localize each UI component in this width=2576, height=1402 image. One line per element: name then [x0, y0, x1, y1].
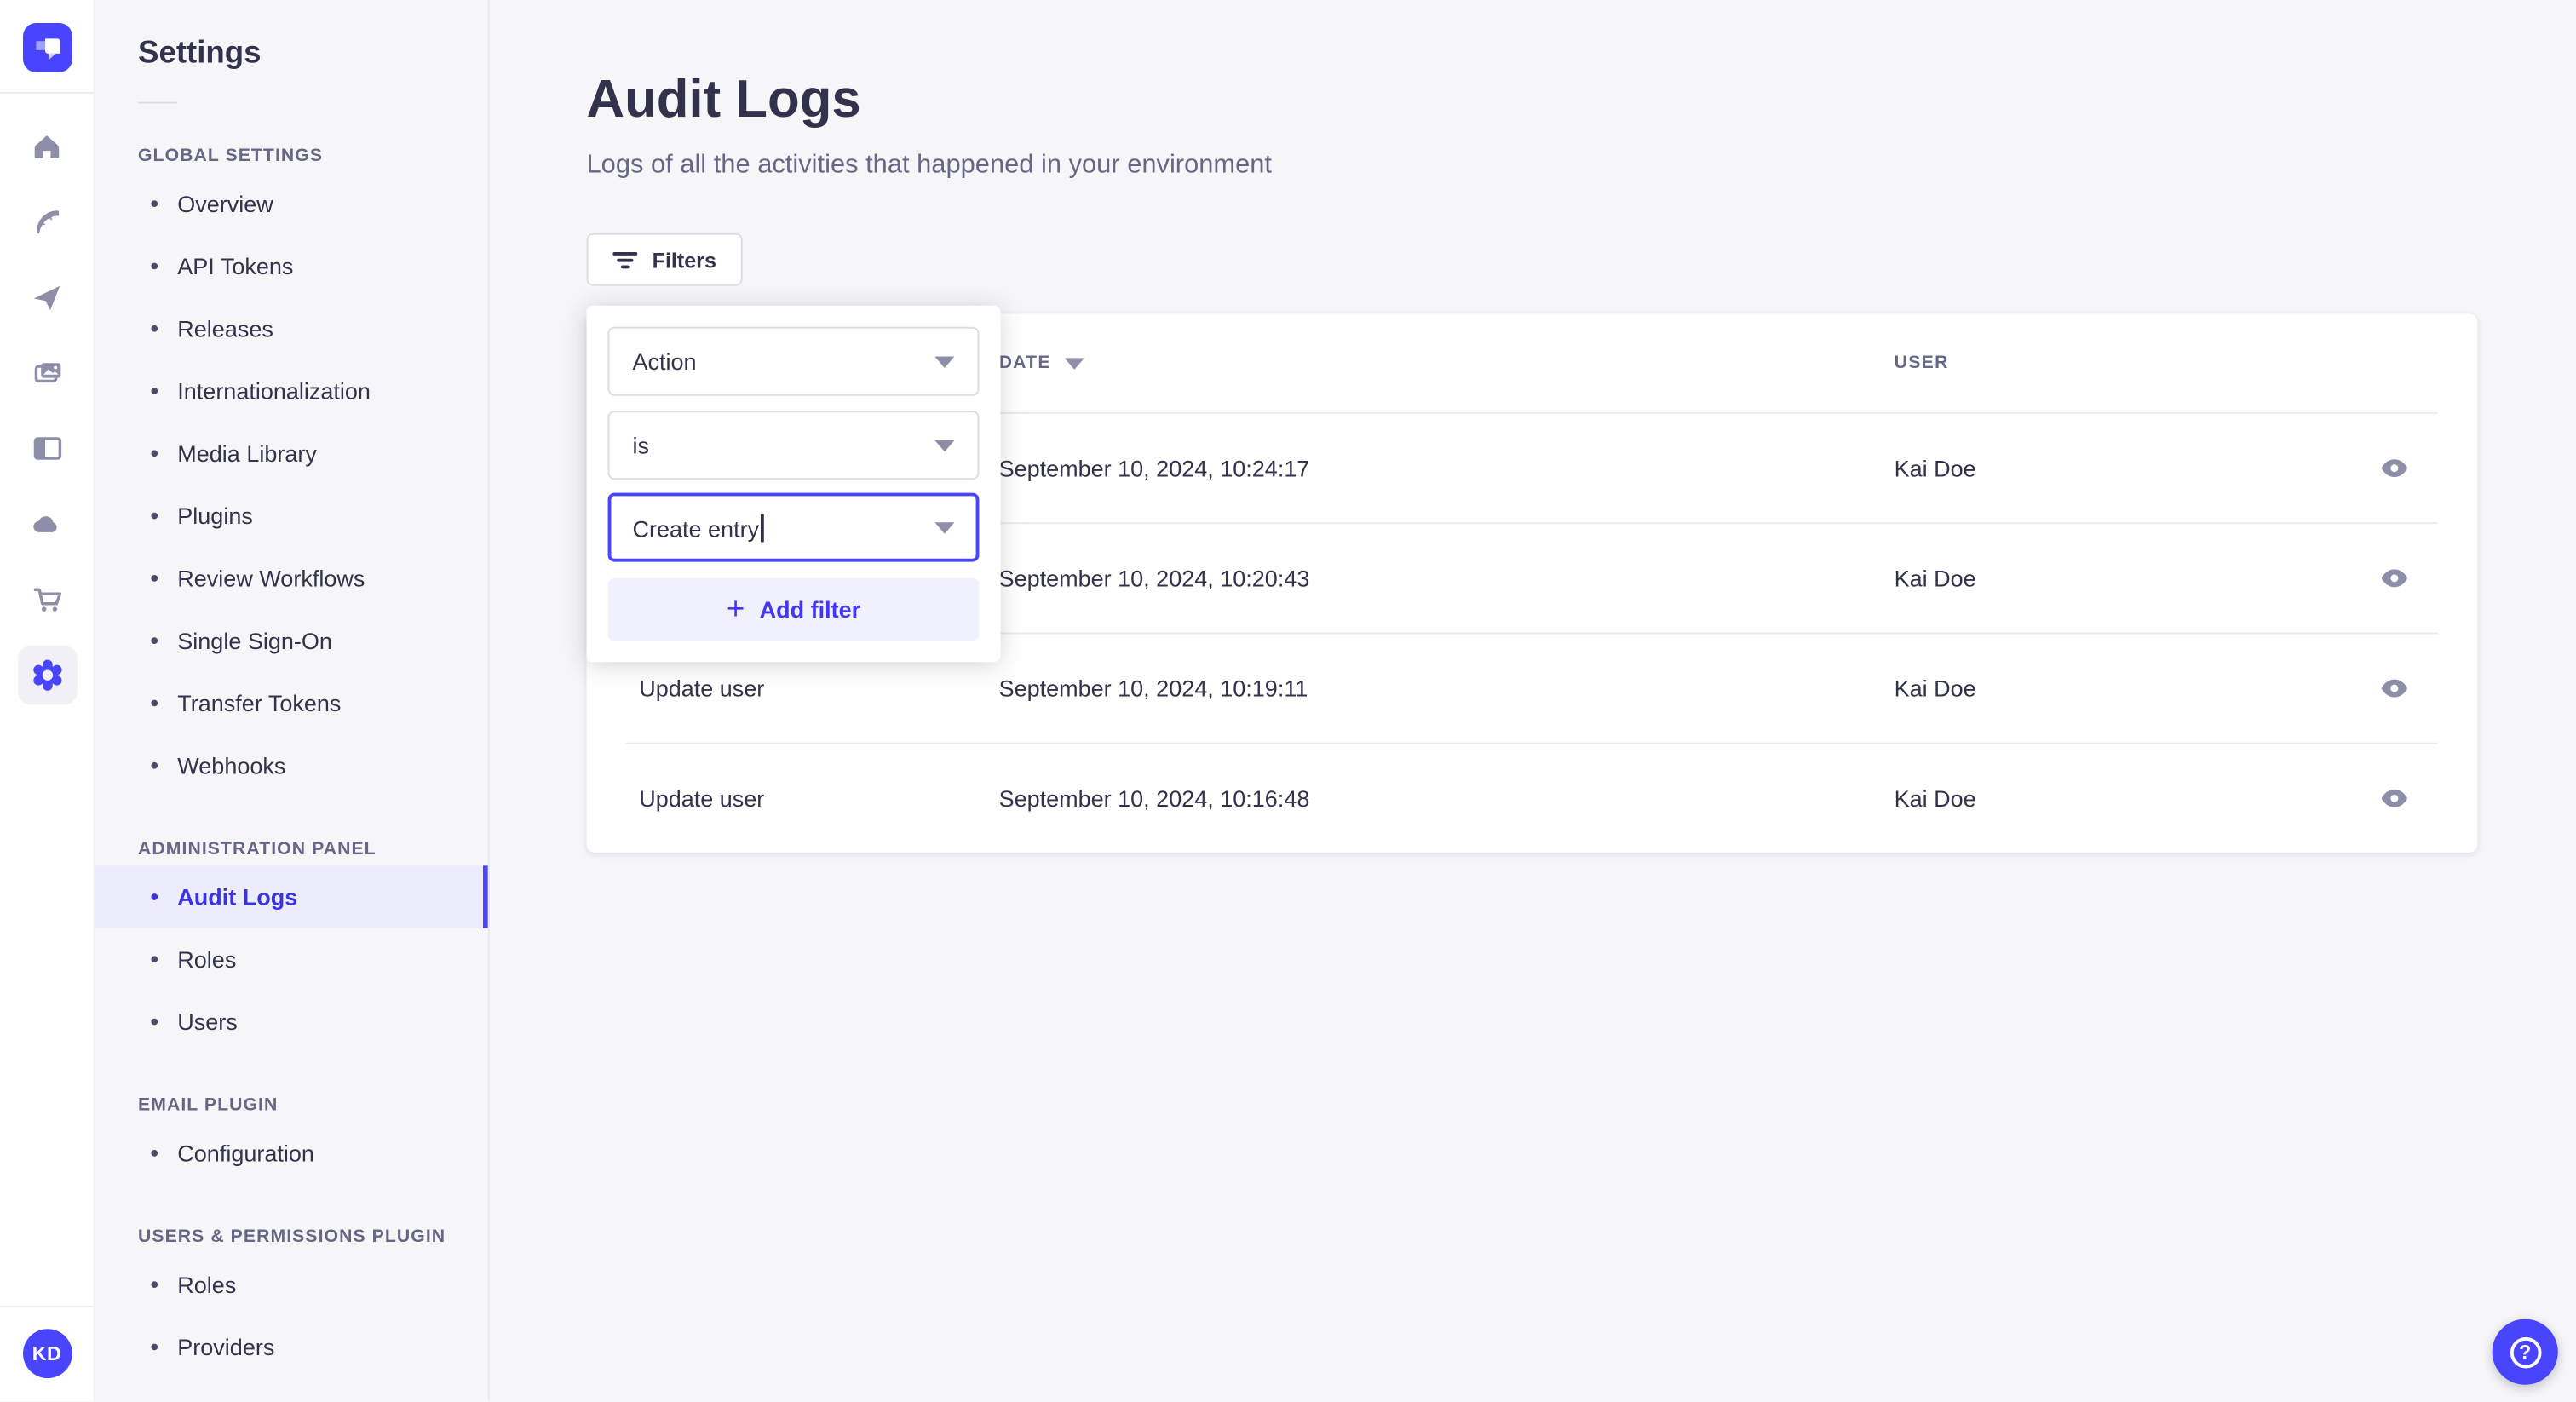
- sidebar-item-webhooks[interactable]: Webhooks: [95, 734, 488, 796]
- bullet-icon: [151, 325, 158, 332]
- filters-button[interactable]: Filters: [586, 233, 743, 286]
- filter-icon: [612, 250, 638, 268]
- bullet-icon: [151, 1149, 158, 1157]
- rail-bottom: KD: [0, 1306, 94, 1402]
- section-administration-panel: Administration Panel Audit Logs Roles Us…: [95, 839, 488, 1053]
- sidebar-item-api-tokens[interactable]: API Tokens: [95, 235, 488, 297]
- text-cursor: [761, 513, 763, 542]
- cell-action: Update user: [639, 675, 765, 702]
- bullet-icon: [151, 893, 158, 900]
- help-button[interactable]: ?: [2492, 1319, 2558, 1385]
- view-details-eye-icon[interactable]: [2371, 445, 2417, 491]
- sidebar-item-admin-users[interactable]: Users: [95, 991, 488, 1053]
- cart-icon[interactable]: [17, 570, 76, 629]
- view-details-eye-icon[interactable]: [2371, 555, 2417, 601]
- bullet-icon: [151, 200, 158, 207]
- media-library-icon[interactable]: [17, 343, 76, 402]
- gear-icon[interactable]: [17, 645, 77, 705]
- bullet-icon: [151, 388, 158, 394]
- main-content: Audit Logs Logs of all the activities th…: [490, 0, 2576, 1402]
- page-subtitle: Logs of all the activities that happened…: [586, 151, 1273, 180]
- sidebar-item-up-roles[interactable]: Roles: [95, 1253, 488, 1315]
- table-row: Update user September 10, 2024, 10:16:48…: [625, 742, 2438, 853]
- section-label: Email Plugin: [137, 1095, 279, 1116]
- sidebar-item-admin-roles[interactable]: Roles: [95, 928, 488, 991]
- feather-icon[interactable]: [17, 192, 76, 251]
- sidebar-item-single-sign-on[interactable]: Single Sign-On: [95, 609, 488, 671]
- filter-operator-select[interactable]: is: [607, 411, 980, 480]
- sidebar-item-audit-logs[interactable]: Audit Logs: [95, 865, 488, 928]
- add-filter-button[interactable]: + Add filter: [607, 577, 980, 641]
- cell-user: Kai Doe: [1894, 565, 1976, 592]
- subnav-title: Settings: [137, 36, 262, 71]
- cell-user: Kai Doe: [1894, 784, 1976, 812]
- section-users-permissions-plugin: Users & Permissions plugin Roles Provide…: [95, 1227, 488, 1378]
- sidebar-item-up-providers[interactable]: Providers: [95, 1316, 488, 1378]
- rail-nav: [17, 117, 77, 705]
- section-label: Administration Panel: [137, 839, 377, 859]
- cell-date: September 10, 2024, 10:19:11: [998, 675, 1308, 702]
- sidebar-item-overview[interactable]: Overview: [95, 172, 488, 234]
- plus-icon: +: [726, 592, 745, 627]
- section-email-plugin: Email Plugin Configuration: [95, 1095, 488, 1184]
- strapi-logo-icon[interactable]: [22, 22, 72, 72]
- cell-user: Kai Doe: [1894, 455, 1976, 482]
- column-header-date[interactable]: Date: [999, 353, 1895, 373]
- subnav-divider: [137, 101, 178, 104]
- user-avatar[interactable]: KD: [22, 1329, 72, 1379]
- bullet-icon: [151, 262, 158, 270]
- bullet-icon: [151, 450, 158, 457]
- rail-divider: [0, 91, 94, 94]
- cell-user: Kai Doe: [1894, 675, 1976, 702]
- sidebar-item-email-configuration[interactable]: Configuration: [95, 1122, 488, 1184]
- section-global-settings: Global Settings Overview API Tokens Rele…: [95, 147, 488, 797]
- bullet-icon: [151, 512, 158, 520]
- filter-value-combobox[interactable]: Create entry: [607, 492, 980, 562]
- cell-date: September 10, 2024, 10:20:43: [998, 565, 1310, 592]
- chevron-down-icon: [934, 521, 955, 533]
- question-mark-icon: ?: [2509, 1336, 2541, 1368]
- bullet-icon: [151, 637, 158, 644]
- strapi-settings-app: KD Settings Global Settings Overview API…: [0, 0, 2576, 1402]
- settings-subnav: Settings Global Settings Overview API To…: [95, 0, 490, 1402]
- cloud-icon[interactable]: [17, 494, 76, 553]
- chevron-down-icon: [934, 355, 955, 368]
- bullet-icon: [151, 761, 158, 769]
- section-label: Global Settings: [137, 146, 324, 166]
- sidebar-item-transfer-tokens[interactable]: Transfer Tokens: [95, 672, 488, 734]
- bullet-icon: [151, 1281, 158, 1288]
- sidebar-item-media-library[interactable]: Media Library: [95, 422, 488, 485]
- view-details-eye-icon[interactable]: [2371, 775, 2417, 821]
- cell-action: Update user: [639, 784, 765, 812]
- rail-divider: [0, 1306, 94, 1308]
- home-icon[interactable]: [17, 117, 76, 175]
- bullet-icon: [151, 1343, 158, 1351]
- cell-date: September 10, 2024, 10:24:17: [998, 455, 1310, 482]
- chevron-down-icon: [934, 439, 955, 451]
- sidebar-item-review-workflows[interactable]: Review Workflows: [95, 547, 488, 609]
- layout-icon[interactable]: [17, 419, 76, 478]
- filter-field-select[interactable]: Action: [607, 326, 980, 396]
- sidebar-item-plugins[interactable]: Plugins: [95, 485, 488, 547]
- column-header-user: User: [1894, 353, 1949, 373]
- sidebar-item-internationalization[interactable]: Internationalization: [95, 359, 488, 422]
- filter-popover: Action is Create entry + Add filter: [586, 305, 1001, 663]
- sidebar-item-releases[interactable]: Releases: [95, 297, 488, 359]
- cell-date: September 10, 2024, 10:16:48: [998, 784, 1310, 812]
- sort-descending-icon: [1064, 357, 1084, 369]
- icon-rail: KD: [0, 0, 95, 1402]
- paper-plane-icon[interactable]: [17, 267, 76, 326]
- bullet-icon: [151, 574, 158, 582]
- page-title: Audit Logs: [586, 68, 861, 129]
- bullet-icon: [151, 699, 158, 707]
- bullet-icon: [151, 956, 158, 963]
- section-label: Users & Permissions plugin: [137, 1227, 446, 1247]
- view-details-eye-icon[interactable]: [2371, 665, 2417, 711]
- bullet-icon: [151, 1018, 158, 1026]
